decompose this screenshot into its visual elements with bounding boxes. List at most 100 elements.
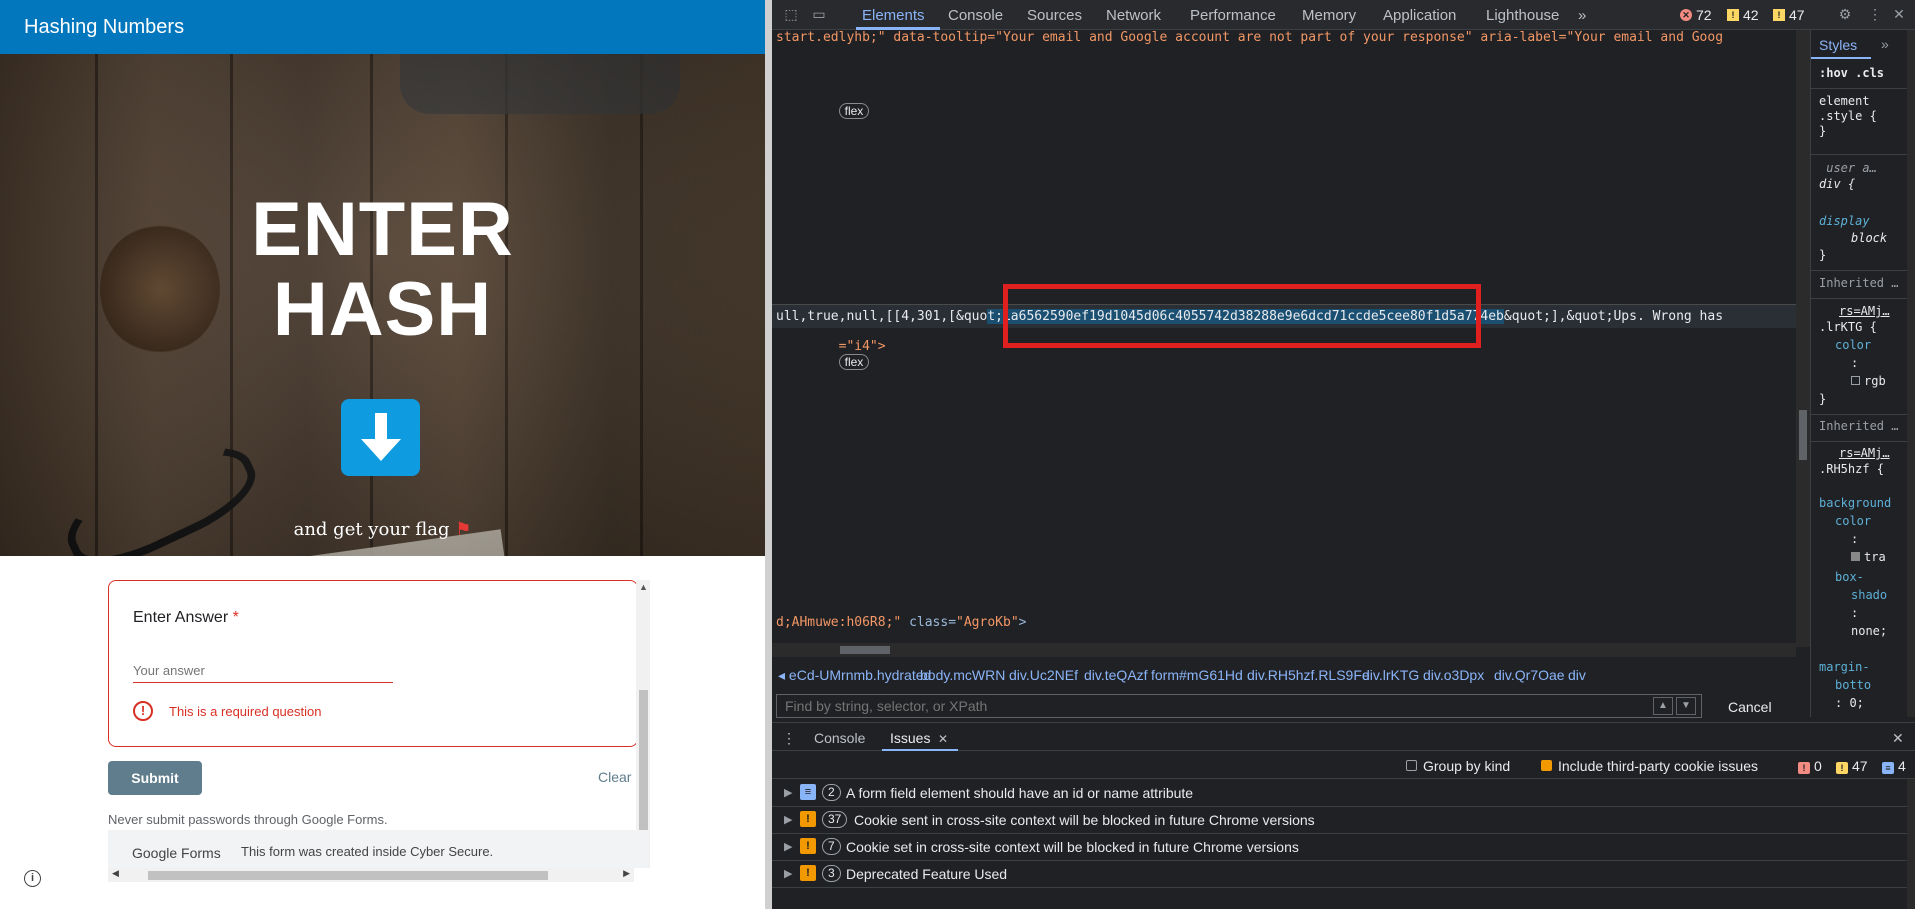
box-shadow-value[interactable]: none; [1851,624,1887,638]
google-forms-logo[interactable]: Google Forms [132,845,221,861]
background-property[interactable]: background [1819,496,1891,510]
dom-line-i4[interactable]: ="i4"> flex [776,324,886,385]
breadcrumb-item[interactable]: form#mG61Hd [1151,667,1243,683]
inspect-element-icon[interactable]: ⬚ [782,6,800,24]
breadcrumb-item[interactable]: div.teQAzf [1084,667,1148,683]
third-party-label[interactable]: Include third-party cookie issues [1558,758,1758,774]
tab-application[interactable]: Application [1383,7,1456,24]
clear-form-button[interactable]: Clear [598,769,631,785]
scroll-up-arrow-icon[interactable]: ▲ [639,582,648,592]
close-drawer-icon[interactable]: ✕ [1892,730,1904,747]
tab-performance[interactable]: Performance [1190,7,1276,24]
drawer-tab-issues[interactable]: Issues [890,730,930,746]
info-counter[interactable]: ! 47 [1773,7,1805,23]
error-counter[interactable]: ✕ 72 [1680,7,1712,23]
group-by-kind-checkbox[interactable] [1406,760,1417,771]
issue-row[interactable]: ▶ ! 37 Cookie sent in cross-site context… [772,807,1907,834]
scroll-left-arrow-icon[interactable]: ◀ [112,868,119,879]
question-label: Enter Answer * [133,609,239,627]
issue-count: 7 [822,838,841,855]
submit-button[interactable]: Submit [108,761,202,795]
more-sidebar-tabs-icon[interactable]: » [1881,36,1889,52]
color-property[interactable]: color [1835,338,1871,352]
stylesheet-link[interactable]: rs=AMj… [1839,304,1890,318]
issue-row[interactable]: ▶ ! 7 Cookie set in cross-site context w… [772,834,1907,861]
tab-elements[interactable]: Elements [862,7,925,24]
tab-console[interactable]: Console [948,7,1003,24]
form-vertical-scrollbar[interactable]: ▲ ▼ [636,580,650,868]
color-swatch-icon[interactable] [1851,552,1860,561]
scrollbar-thumb[interactable] [840,646,890,654]
group-by-kind-label[interactable]: Group by kind [1423,758,1510,774]
dom-line-agrokb[interactable]: d;AHmuwe:h06R8;" class="AgroKb"> [776,615,1026,630]
third-party-checkbox[interactable] [1541,760,1552,771]
breadcrumb-item[interactable]: body.mcWRN [920,667,1005,683]
scroll-right-arrow-icon[interactable]: ▶ [623,868,630,879]
drawer-tab-console[interactable]: Console [814,730,865,746]
dom-line-flex[interactable]: flex [776,88,870,134]
issue-row[interactable]: ▶ ≡ 2 A form field element should have a… [772,780,1907,807]
elements-vertical-scrollbar[interactable] [1796,30,1810,647]
color-swatch-icon[interactable] [1851,376,1860,385]
close-devtools-icon[interactable]: ✕ [1890,6,1908,24]
settings-gear-icon[interactable]: ⚙ [1836,6,1854,24]
color-value[interactable]: rgb [1851,374,1886,388]
background-value[interactable]: tra [1851,550,1886,564]
elements-horizontal-scrollbar[interactable] [772,643,1796,657]
breadcrumb-item[interactable]: div.lrKTG [1362,667,1419,683]
error-message: ! This is a required question [133,701,321,721]
dom-line-attributes[interactable]: start.edlyhb;" data-tooltip="Your email … [776,30,1723,45]
cancel-search-button[interactable]: Cancel [1714,697,1786,717]
breadcrumb-item[interactable]: div.RH5hzf.RLS9Fe [1247,667,1370,683]
inherited-header: Inherited … [1819,276,1899,290]
scrollbar-thumb[interactable] [639,690,648,840]
tab-memory[interactable]: Memory [1302,7,1356,24]
styles-tab[interactable]: Styles [1819,37,1857,53]
element-style-rule[interactable]: element .style { } [1819,94,1877,139]
margin-property[interactable]: margin- [1819,660,1870,674]
issue-row[interactable]: ▶ ! 3 Deprecated Feature Used [772,861,1907,888]
info-icon[interactable]: i [24,870,41,887]
drawer-menu-icon[interactable]: ⋮ [782,730,796,747]
close-issues-tab-icon[interactable]: ✕ [938,732,948,746]
breadcrumb-item[interactable]: div.Uc2NEf [1009,667,1078,683]
flex-badge[interactable]: flex [838,354,870,370]
styles-scrollbar[interactable] [1907,30,1915,717]
scrollbar-thumb[interactable] [1799,410,1807,460]
more-tabs-icon[interactable]: » [1578,7,1586,24]
breadcrumb-item[interactable]: div.Qr7Oae [1494,667,1565,683]
expand-arrow-icon[interactable]: ▶ [784,786,792,799]
expand-arrow-icon[interactable]: ▶ [784,813,792,826]
margin-value[interactable]: : 0; [1835,696,1864,710]
devtools-tabbar: ⬚ ▭ Elements Console Sources Network Per… [772,0,1915,30]
tab-network[interactable]: Network [1106,7,1161,24]
breadcrumb-item[interactable]: ◂ eCd-UMrnmb.hydrated [778,667,931,684]
warning-counter[interactable]: ! 42 [1727,7,1759,23]
lrktg-selector[interactable]: .lrKTG { [1819,320,1877,334]
styles-filter-toggles[interactable]: :hov .cls [1819,66,1884,80]
display-value: block [1851,231,1888,245]
rh5hzf-selector[interactable]: .RH5hzf { [1819,462,1884,476]
more-options-icon[interactable]: ⋮ [1866,6,1884,24]
agrokb-jsaction: d;AHmuwe:h06R8;" [776,615,910,630]
answer-input[interactable] [133,659,393,683]
box-shadow-property[interactable]: box- [1835,570,1864,584]
breadcrumb-item[interactable]: div [1568,667,1586,683]
find-previous-icon[interactable]: ▲ [1653,697,1673,715]
panel-divider[interactable] [765,0,772,909]
stylesheet-link[interactable]: rs=AMj… [1839,446,1890,460]
tab-lighthouse[interactable]: Lighthouse [1486,7,1559,24]
form-horizontal-scrollbar[interactable]: ◀ ▶ [108,868,634,882]
flex-badge[interactable]: flex [838,103,870,119]
breadcrumb-item[interactable]: div.o3Dpx [1423,667,1484,683]
find-next-icon[interactable]: ▼ [1676,697,1696,715]
issues-error-count: 0 [1814,758,1822,774]
expand-arrow-icon[interactable]: ▶ [784,867,792,880]
dom-search-input[interactable] [776,694,1702,718]
scrollbar-thumb[interactable] [148,871,548,880]
tab-sources[interactable]: Sources [1027,7,1082,24]
device-toolbar-icon[interactable]: ▭ [810,6,828,24]
expand-arrow-icon[interactable]: ▶ [784,840,792,853]
margin-property-cont: botto [1835,678,1872,692]
issues-scrollbar[interactable] [1907,779,1915,909]
